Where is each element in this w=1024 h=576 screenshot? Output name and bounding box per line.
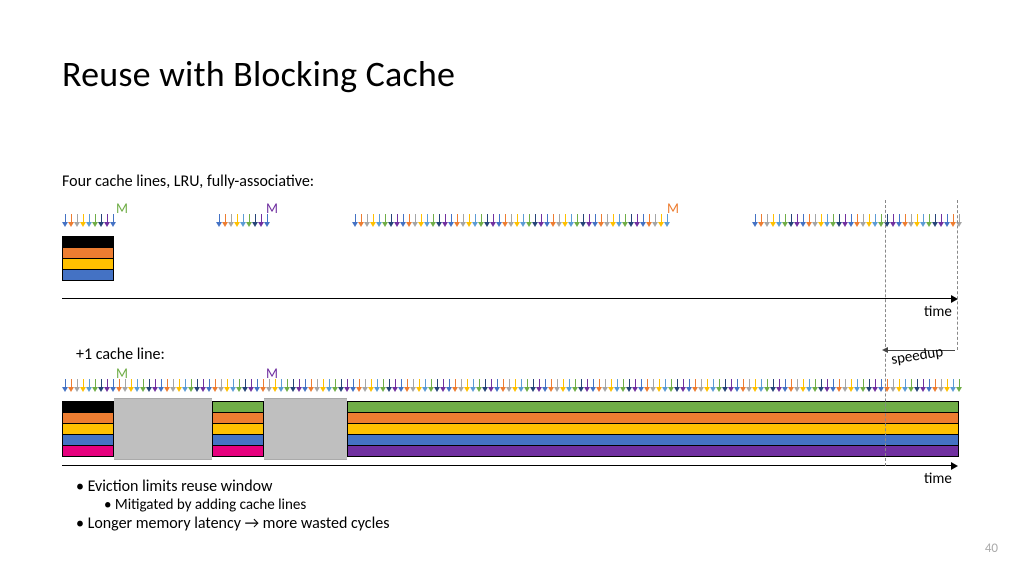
cache-bar-segment xyxy=(347,445,959,457)
page-number: 40 xyxy=(985,541,998,556)
speedup-label: speedup xyxy=(890,343,944,369)
time-label: time xyxy=(924,470,952,488)
bullet-item: Longer memory latency → more wasted cycl… xyxy=(76,514,389,533)
bullet-list: Eviction limits reuse windowMitigated by… xyxy=(76,477,389,533)
stall-overlay xyxy=(264,398,347,460)
access-arrow xyxy=(664,214,670,227)
timeline-axis xyxy=(62,465,952,466)
bullet-item: Eviction limits reuse window xyxy=(76,477,389,496)
diagram1-subtitle: Four cache lines, LRU, fully-associative… xyxy=(62,172,314,191)
time-align-marker-left xyxy=(885,200,886,466)
timeline-axis xyxy=(62,298,952,299)
time-label: time xyxy=(924,303,952,321)
miss-marker: M xyxy=(116,200,128,217)
access-arrow xyxy=(264,214,270,227)
access-arrow xyxy=(956,379,962,392)
cache-line xyxy=(62,269,114,281)
cache-stack xyxy=(62,236,114,280)
diagram2-subtitle: +1 cache line: xyxy=(76,345,165,364)
bullet-item: Mitigated by adding cache lines xyxy=(76,496,389,514)
cache-bar-segment xyxy=(212,445,264,457)
stall-overlay xyxy=(114,398,212,460)
time-align-marker-right xyxy=(957,200,958,350)
slide-title: Reuse with Blocking Cache xyxy=(62,52,455,96)
access-arrow xyxy=(110,214,116,227)
cache-bar-segment xyxy=(62,445,114,457)
